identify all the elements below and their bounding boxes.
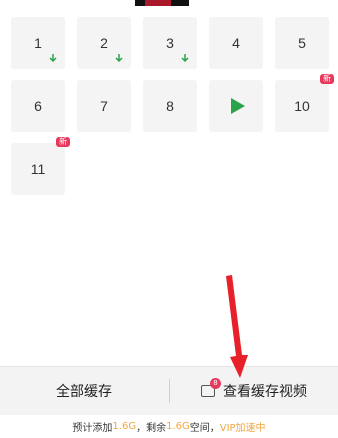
episode-number: 11	[30, 161, 46, 177]
episode-8[interactable]: 8	[143, 80, 197, 132]
episode-number: 3	[166, 35, 174, 51]
episode-11[interactable]: 11 新	[11, 137, 70, 195]
footer-middle: ，剩余	[136, 423, 167, 434]
estimate-size: 1.6G	[112, 421, 137, 432]
episode-1[interactable]: 1	[11, 17, 65, 69]
cache-all-button[interactable]: 全部缓存	[0, 367, 168, 415]
footer-prefix: 预计添加	[72, 423, 113, 434]
remaining-size: 1.6G	[166, 421, 190, 432]
episode-number: 6	[34, 98, 42, 114]
episode-number: 1	[34, 35, 42, 51]
storage-status-footer: 预计添加 1.6G ，剩余 1.6G 空间， VIP加速中	[0, 415, 338, 438]
folder-icon: 8	[201, 378, 221, 397]
cache-all-label: 全部缓存	[56, 384, 112, 400]
episode-number: 8	[166, 98, 174, 114]
download-arrow-icon	[181, 54, 189, 63]
episode-grid: 1 2 3 4 5 6 7 8 10 新 11 新	[0, 0, 338, 200]
play-icon	[230, 98, 245, 114]
cached-count-badge: 8	[210, 378, 221, 389]
episode-number: 2	[100, 35, 108, 51]
episode-2[interactable]: 2	[77, 17, 131, 69]
episode-number: 10	[294, 98, 310, 114]
episode-number: 7	[100, 98, 108, 114]
vip-status: VIP加速中	[219, 423, 266, 434]
view-cached-videos-button[interactable]: 8 查看缓存视频	[170, 367, 338, 415]
episode-10[interactable]: 10 新	[275, 74, 334, 132]
episode-number: 4	[232, 35, 240, 51]
episode-5[interactable]: 5	[275, 17, 329, 69]
episode-7[interactable]: 7	[77, 80, 131, 132]
episode-9-playing[interactable]	[209, 80, 263, 132]
bottom-action-bar: 全部缓存 8 查看缓存视频	[0, 366, 338, 415]
episode-6[interactable]: 6	[11, 80, 65, 132]
episode-4[interactable]: 4	[209, 17, 263, 69]
view-cached-label: 查看缓存视频	[223, 384, 307, 400]
footer-space-label: 空间，	[189, 423, 220, 434]
download-arrow-icon	[49, 54, 57, 63]
download-arrow-icon	[115, 54, 123, 63]
episode-number: 5	[298, 35, 306, 51]
new-badge: 新	[320, 74, 334, 84]
episode-3[interactable]: 3	[143, 17, 197, 69]
new-badge: 新	[56, 137, 70, 147]
